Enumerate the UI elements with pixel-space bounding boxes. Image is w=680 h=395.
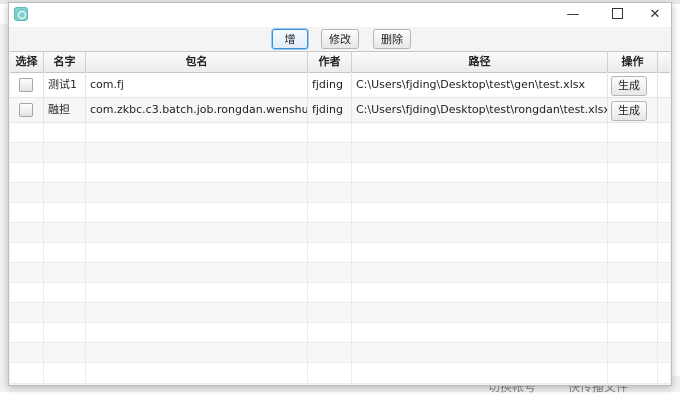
empty-row xyxy=(10,203,670,223)
generate-button[interactable]: 生成 xyxy=(611,76,647,96)
edit-button[interactable]: 修改 xyxy=(321,29,359,49)
column-header-action[interactable]: 操作 xyxy=(608,52,658,72)
table-row[interactable]: 融担 com.zkbc.c3.batch.job.rongdan.wenshun… xyxy=(10,98,670,123)
empty-row xyxy=(10,303,670,323)
app-icon xyxy=(14,7,28,21)
select-cell xyxy=(10,98,44,122)
grid-line xyxy=(657,123,658,384)
toolbar: 增加 修改 删除 xyxy=(9,27,671,66)
empty-row xyxy=(10,123,670,143)
grid-line xyxy=(307,123,308,384)
empty-row xyxy=(10,323,670,343)
empty-row xyxy=(10,163,670,183)
name-cell: 测试1 xyxy=(44,73,86,97)
empty-row xyxy=(10,223,670,243)
path-cell: C:\Users\fjding\Desktop\test\rongdan\tes… xyxy=(352,98,608,122)
column-header-path[interactable]: 路径 xyxy=(352,52,608,72)
generate-button[interactable]: 生成 xyxy=(611,101,647,121)
author-cell: fjding xyxy=(308,98,352,122)
table-row[interactable]: 测试1 com.fj fjding C:\Users\fjding\Deskto… xyxy=(10,73,670,98)
column-header-author[interactable]: 作者 xyxy=(308,52,352,72)
project-table: 选择 名字 包名 作者 路径 操作 测试1 com.fj fjding C:\U… xyxy=(10,51,670,384)
grid-line xyxy=(43,123,44,384)
package-cell: com.zkbc.c3.batch.job.rongdan.wenshun xyxy=(86,98,308,122)
select-cell xyxy=(10,73,44,97)
row-checkbox[interactable] xyxy=(19,103,33,117)
grid-line xyxy=(607,123,608,384)
name-cell: 融担 xyxy=(44,98,86,122)
path-cell: C:\Users\fjding\Desktop\test\gen\test.xl… xyxy=(352,73,608,97)
empty-row xyxy=(10,363,670,384)
add-button[interactable]: 增加 xyxy=(272,29,308,66)
empty-row xyxy=(10,283,670,303)
grid-line xyxy=(85,123,86,384)
maximize-icon xyxy=(611,8,623,19)
column-header-package[interactable]: 包名 xyxy=(86,52,308,72)
maximize-button[interactable] xyxy=(595,3,639,27)
action-cell: 生成 xyxy=(608,98,658,122)
column-header-name[interactable]: 名字 xyxy=(44,52,86,72)
empty-row xyxy=(10,143,670,163)
table-header: 选择 名字 包名 作者 路径 操作 xyxy=(10,52,670,73)
author-cell: fjding xyxy=(308,73,352,97)
main-window: — ✕ 增加 修改 删除 选择 名字 包名 作者 路径 操作 测试1 xyxy=(8,2,672,386)
title-bar: — ✕ xyxy=(9,3,671,27)
empty-row xyxy=(10,183,670,203)
minimize-button[interactable]: — xyxy=(551,3,595,27)
action-cell: 生成 xyxy=(608,73,658,97)
package-cell: com.fj xyxy=(86,73,308,97)
grid-line xyxy=(351,123,352,384)
row-checkbox[interactable] xyxy=(19,78,33,92)
empty-row xyxy=(10,243,670,263)
delete-button[interactable]: 删除 xyxy=(373,29,411,49)
column-header-filler xyxy=(658,52,670,72)
column-header-select[interactable]: 选择 xyxy=(10,52,44,72)
close-button[interactable]: ✕ xyxy=(639,3,671,27)
empty-row xyxy=(10,343,670,363)
empty-row xyxy=(10,263,670,283)
